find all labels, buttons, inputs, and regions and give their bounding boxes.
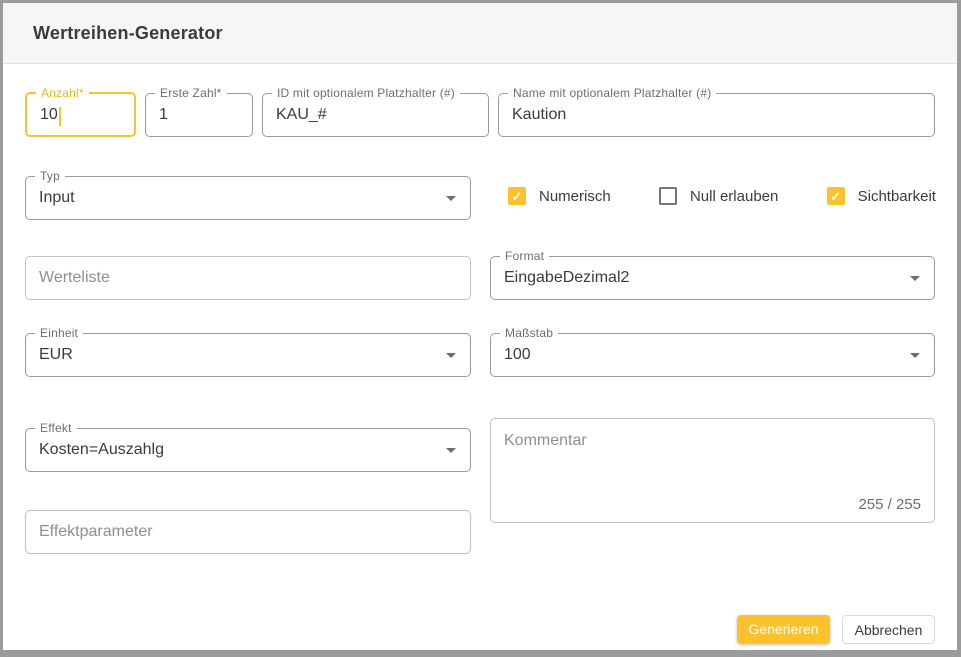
checkbox-box[interactable]: ✓	[827, 187, 845, 205]
kommentar-placeholder: Kommentar	[504, 432, 587, 450]
effekt-select[interactable]: Effekt Kosten=Auszahlg	[25, 428, 471, 472]
wertreihen-generator-dialog: Wertreihen-Generator Anzahl* 10 Erste Za…	[0, 0, 961, 657]
typ-value: Input	[39, 189, 75, 207]
anzahl-field[interactable]: Anzahl* 10	[25, 92, 136, 137]
character-counter: 255 / 255	[858, 496, 921, 513]
erste-zahl-field[interactable]: Erste Zahl* 1	[145, 93, 253, 137]
werteliste-field[interactable]: Werteliste	[25, 256, 471, 300]
effekt-value: Kosten=Auszahlg	[39, 441, 164, 459]
check-icon: ✓	[512, 190, 523, 203]
werteliste-placeholder: Werteliste	[39, 269, 110, 287]
kommentar-textarea[interactable]: Kommentar 255 / 255	[490, 418, 935, 523]
effekt-label: Effekt	[35, 421, 77, 435]
generieren-button[interactable]: Generieren	[737, 615, 830, 644]
anzahl-label: Anzahl*	[36, 86, 89, 100]
id-field[interactable]: ID mit optionalem Platzhalter (#) KAU_#	[262, 93, 489, 137]
erste-zahl-label: Erste Zahl*	[155, 86, 227, 100]
checkbox-label: Sichtbarkeit	[858, 188, 936, 205]
anzahl-value: 10	[40, 106, 58, 123]
chevron-down-icon	[446, 196, 456, 201]
einheit-value: EUR	[39, 346, 73, 364]
einheit-select[interactable]: Einheit EUR	[25, 333, 471, 377]
chevron-down-icon	[446, 448, 456, 453]
chevron-down-icon	[910, 276, 920, 281]
abbrechen-button[interactable]: Abbrechen	[842, 615, 935, 644]
checkbox-box[interactable]: ✓	[659, 187, 677, 205]
massstab-label: Maßstab	[500, 326, 558, 340]
name-label: Name mit optionalem Platzhalter (#)	[508, 86, 716, 100]
massstab-select[interactable]: Maßstab 100	[490, 333, 935, 377]
checkbox-row: ✓ Numerisch ✓ Null erlauben ✓ Sichtbarke…	[508, 183, 936, 209]
id-value: KAU_#	[276, 106, 327, 124]
format-select[interactable]: Format EingabeDezimal2	[490, 256, 935, 300]
checkbox-label: Null erlauben	[690, 188, 778, 205]
check-icon: ✓	[830, 190, 841, 203]
dialog-header: Wertreihen-Generator	[3, 3, 957, 64]
chevron-down-icon	[446, 353, 456, 358]
format-value: EingabeDezimal2	[504, 269, 629, 287]
id-label: ID mit optionalem Platzhalter (#)	[272, 86, 460, 100]
effektparameter-placeholder: Effektparameter	[39, 523, 153, 541]
typ-select[interactable]: Typ Input	[25, 176, 471, 220]
checkbox-null-erlauben[interactable]: ✓ Null erlauben	[659, 187, 778, 205]
checkbox-sichtbarkeit[interactable]: ✓ Sichtbarkeit	[827, 187, 936, 205]
name-value: Kaution	[512, 106, 566, 124]
page-title: Wertreihen-Generator	[33, 3, 223, 64]
checkbox-label: Numerisch	[539, 188, 611, 205]
checkbox-numerisch[interactable]: ✓ Numerisch	[508, 187, 611, 205]
massstab-value: 100	[504, 346, 531, 364]
effektparameter-field[interactable]: Effektparameter	[25, 510, 471, 554]
erste-zahl-value: 1	[159, 106, 168, 124]
chevron-down-icon	[910, 353, 920, 358]
typ-label: Typ	[35, 169, 65, 183]
text-cursor	[59, 107, 61, 126]
format-label: Format	[500, 249, 549, 263]
name-field[interactable]: Name mit optionalem Platzhalter (#) Kaut…	[498, 93, 935, 137]
checkbox-box[interactable]: ✓	[508, 187, 526, 205]
einheit-label: Einheit	[35, 326, 83, 340]
